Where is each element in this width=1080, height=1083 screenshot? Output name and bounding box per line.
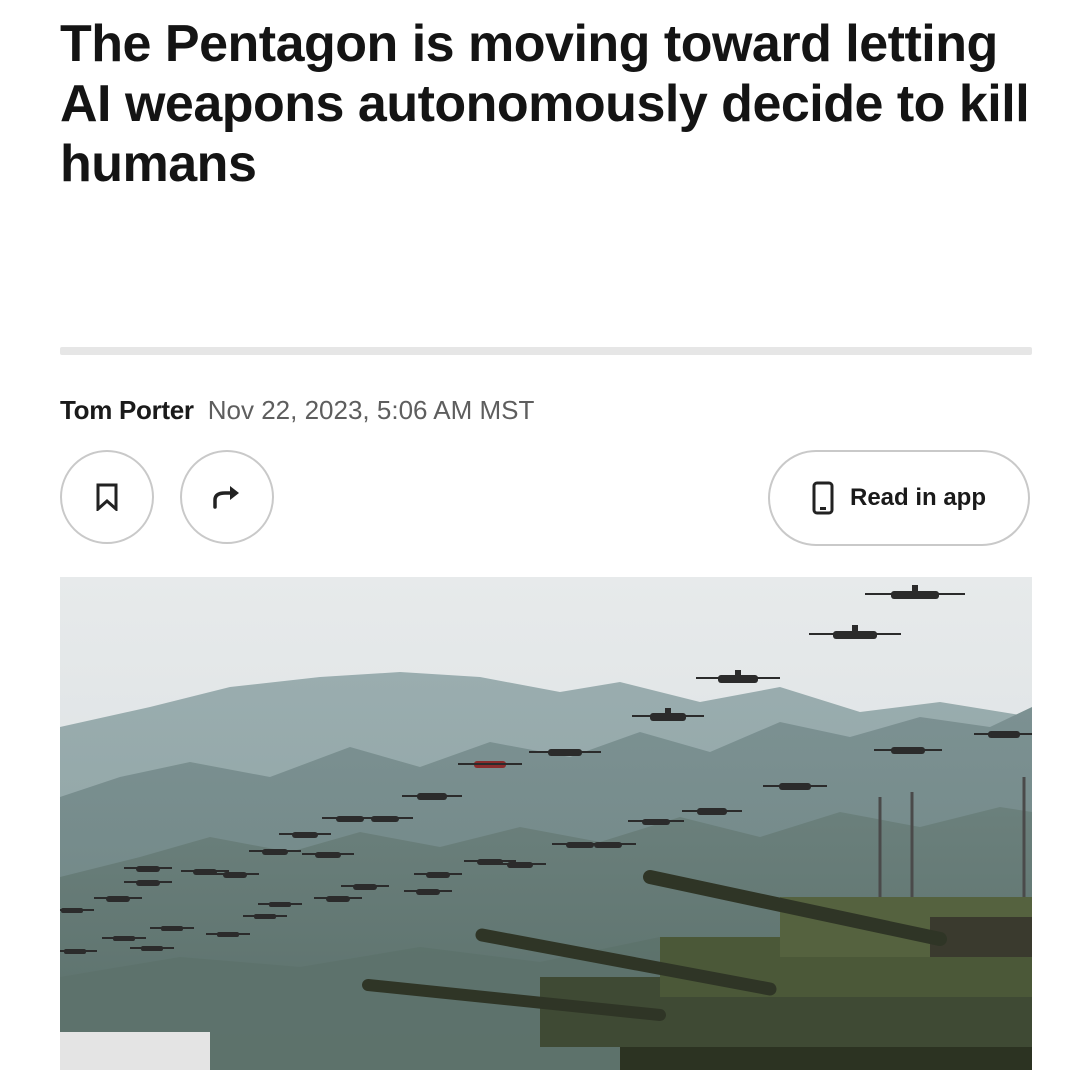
publish-date: Nov 22, 2023, 5:06 AM MST bbox=[207, 394, 535, 425]
byline: Tom Porter Nov 22, 2023, 5:06 AM MST bbox=[60, 393, 534, 427]
bookmark-button[interactable] bbox=[60, 450, 154, 544]
share-button[interactable] bbox=[180, 450, 274, 544]
read-in-app-label: Read in app bbox=[849, 484, 987, 511]
bookmark-icon bbox=[96, 483, 118, 511]
article-headline: The Pentagon is moving toward letting AI… bbox=[60, 15, 1030, 193]
article-hero-image bbox=[60, 577, 1032, 1070]
author-name[interactable]: Tom Porter bbox=[60, 395, 194, 426]
share-arrow-icon bbox=[213, 486, 239, 509]
headline-divider bbox=[60, 347, 1032, 355]
read-in-app-button[interactable]: Read in app bbox=[768, 450, 1030, 546]
phone-icon bbox=[812, 481, 834, 515]
